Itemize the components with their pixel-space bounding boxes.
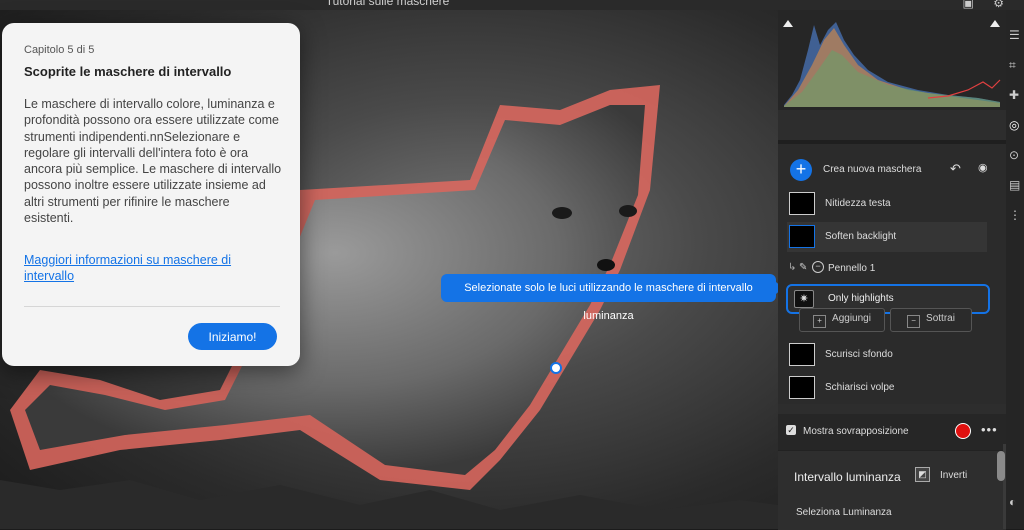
overlay-color-swatch[interactable] xyxy=(955,423,971,439)
add-button[interactable]: + Aggiungi xyxy=(799,308,885,332)
luminance-range-panel: Intervallo luminanza ◩ Inverti Seleziona… xyxy=(778,450,1006,530)
mask-item-label: Soften backlight xyxy=(825,231,897,242)
mask-item-scurisci[interactable]: Scurisci sfondo xyxy=(787,340,987,370)
title-bar: Tutorial sulle maschere ▣ ⚙ xyxy=(0,0,1024,10)
tutorial-chapter: Capitolo 5 di 5 xyxy=(24,44,95,56)
reset-icon[interactable]: ↶ xyxy=(950,161,961,177)
scrollbar-thumb[interactable] xyxy=(997,451,1005,481)
luminance-panel-title: Intervallo luminanza xyxy=(794,470,901,484)
presets-icon[interactable]: ▤ xyxy=(1009,178,1020,192)
mask-item-label: Schiarisci volpe xyxy=(825,382,895,393)
window-title: Tutorial sulle maschere xyxy=(325,0,450,8)
more-tools-icon[interactable]: ⋮ xyxy=(1009,208,1021,222)
invert-label[interactable]: Inverti xyxy=(940,470,967,481)
luminance-point-icon xyxy=(550,362,562,374)
more-options-icon[interactable]: ••• xyxy=(981,422,998,437)
tutorial-body: Le maschere di intervallo colore, lumina… xyxy=(24,97,282,226)
subtract-icon: − xyxy=(907,314,921,328)
mask-thumbnail xyxy=(789,376,815,399)
invert-icon[interactable]: ◩ xyxy=(915,467,930,482)
help-icon[interactable]: ◐ xyxy=(1009,495,1016,509)
mask-item-schiarisci[interactable]: Schiarisci volpe xyxy=(787,373,987,403)
mask-item-nitidezza[interactable]: Nitidezza testa xyxy=(787,189,987,219)
histogram xyxy=(778,10,1006,110)
tutorial-learn-more-link[interactable]: Maggiori informazioni su maschere di int… xyxy=(24,252,282,284)
mask-thumbnail xyxy=(789,192,815,215)
heal-icon[interactable]: ✚ xyxy=(1009,88,1019,102)
start-button[interactable]: Iniziamo! xyxy=(188,323,277,350)
subitem-arrow-icon: ↳ xyxy=(788,262,797,273)
masking-icon[interactable]: ◎ xyxy=(1009,118,1019,132)
mask-thumbnail xyxy=(789,343,815,366)
tool-rail: ☰ ⌗ ✚ ◎ ⊙ ▤ ⋮ ◐ xyxy=(1006,10,1024,529)
tutorial-dialog: Capitolo 5 di 5 Scoprite le maschere di … xyxy=(2,23,300,366)
overlay-row: ✓ Mostra sovrapposizione ••• xyxy=(778,414,1006,450)
share-icon[interactable]: ▣ xyxy=(963,0,974,10)
mask-item-label: Nitidezza testa xyxy=(825,198,891,209)
mask-item-label: Scurisci sfondo xyxy=(825,349,893,360)
title-bar-icons: ▣ ⚙ xyxy=(963,0,1004,10)
create-mask-label: Crea nuova maschera xyxy=(823,164,922,175)
crop-icon[interactable]: ⌗ xyxy=(1009,58,1016,73)
tutorial-divider xyxy=(24,306,280,307)
add-icon: + xyxy=(813,314,827,328)
subtract-button-label: Sottrai xyxy=(926,312,955,324)
tutorial-title: Scoprite le maschere di intervallo xyxy=(24,64,232,79)
overlay-checkbox[interactable]: ✓ xyxy=(786,425,796,435)
brush-label: Pennello 1 xyxy=(828,263,876,274)
grass xyxy=(0,480,778,529)
redeye-icon[interactable]: ⊙ xyxy=(1009,148,1019,162)
mask-item-soften[interactable]: Soften backlight xyxy=(787,222,987,252)
settings-icon[interactable]: ⚙ xyxy=(993,0,1004,10)
adjust-icon[interactable]: ☰ xyxy=(1009,28,1020,42)
fox-nose xyxy=(597,259,615,271)
subtract-mode-icon: − xyxy=(812,261,824,273)
brush-subitem[interactable]: ↳ ✎ − Pennello 1 xyxy=(788,260,988,278)
subtract-button[interactable]: − Sottrai xyxy=(890,308,972,332)
range-mask-label: Only highlights xyxy=(828,293,894,304)
tutorial-callout: Selezionate solo le luci utilizzando le … xyxy=(441,274,783,322)
add-button-label: Aggiungi xyxy=(832,312,871,324)
histogram-graph xyxy=(784,22,1001,107)
fox-eye-right xyxy=(619,205,637,217)
select-luminance-label: Seleziona Luminanza xyxy=(796,507,892,518)
mask-thumbnail xyxy=(789,225,815,248)
masks-panel: + Crea nuova maschera ↶ ◉ Nitidezza test… xyxy=(778,144,1006,404)
luminance-range-icon: ✷ xyxy=(794,290,814,308)
overlay-label: Mostra sovrapposizione xyxy=(803,426,909,437)
create-mask-button[interactable]: + xyxy=(790,159,812,181)
brush-icon: ✎ xyxy=(799,262,808,273)
fox-eye-left xyxy=(552,207,572,219)
eye-icon[interactable]: ◉ xyxy=(978,161,988,174)
right-panel: + Crea nuova maschera ↶ ◉ Nitidezza test… xyxy=(778,10,1006,530)
